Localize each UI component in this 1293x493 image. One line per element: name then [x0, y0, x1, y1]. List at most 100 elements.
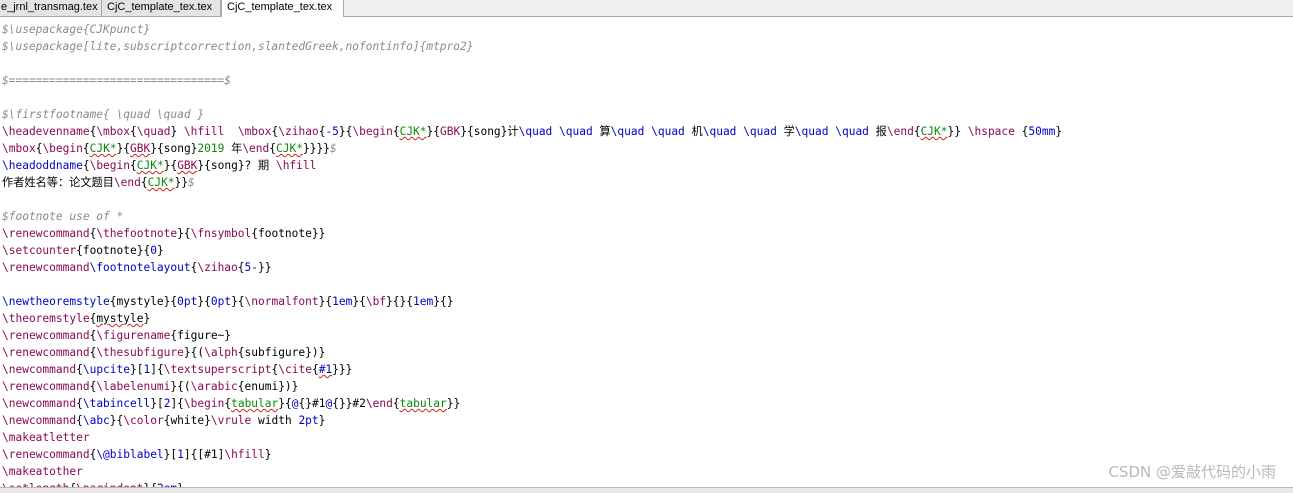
code-token: 5-: [244, 261, 259, 274]
code-token: }{: [338, 125, 353, 138]
code-line: \newtheoremstyle{mystyle}{0pt}{0pt}{\nor…: [2, 293, 453, 310]
code-token: \hfill: [224, 448, 265, 461]
code-token: }: [264, 448, 272, 461]
code-token: {}}: [332, 397, 353, 410]
code-token: \quad: [794, 125, 829, 138]
code-token: }{}{: [386, 295, 413, 308]
code-token: \begin: [352, 125, 393, 138]
code-token: {: [130, 159, 137, 172]
code-token: }{(: [170, 380, 191, 393]
code-token: {: [140, 176, 148, 189]
code-token: \theoremstyle: [2, 312, 90, 325]
code-token: {: [1014, 125, 1029, 138]
watermark: CSDN @爱敲代码的小雨: [1108, 463, 1276, 481]
code-token: }{: [177, 227, 191, 240]
code-line: $\usepackage[lite,subscriptcorrection,sl…: [2, 38, 473, 55]
code-token: \renewcommand: [2, 448, 90, 461]
code-token: {footnote}{: [76, 244, 151, 257]
code-token: \makeatletter: [2, 431, 90, 444]
code-line: \renewcommand{\@biblabel}[1]{[#1]\hfill}: [2, 446, 272, 463]
code-token: \alph: [204, 346, 238, 359]
code-token: \quad: [559, 125, 593, 138]
code-token: {subfigure})}: [237, 346, 326, 359]
code-token: \color: [123, 414, 164, 427]
code-token: }{: [318, 295, 333, 308]
code-token: 算: [592, 125, 611, 138]
code-token: 2019: [197, 142, 225, 155]
code-token: \newcommand: [2, 363, 77, 376]
code-token: }{song}: [150, 142, 198, 155]
code-line: \theoremstyle{mystyle}: [2, 310, 150, 327]
code-token: }{: [352, 295, 366, 308]
code-token: \abc: [82, 414, 110, 427]
code-token: }{: [116, 142, 131, 155]
code-token: }[: [130, 363, 144, 376]
code-token: \hfill: [275, 159, 317, 172]
code-token: \vrule: [210, 414, 252, 427]
code-token: \headoddname: [2, 159, 83, 172]
code-token: {: [76, 397, 83, 410]
code-token: }: [143, 312, 151, 325]
code-token: 作者姓名等：论文题目: [2, 176, 114, 189]
tab-bar: e_jrnl_transmag.tex CjC_template_tex.tex…: [0, 0, 1293, 17]
code-line: \renewcommand{\thesubfigure}{(\alph{subf…: [2, 344, 325, 361]
code-editor[interactable]: $\usepackage{CJKpunct} $\usepackage[lite,…: [0, 17, 1293, 487]
code-token: }: [318, 414, 326, 427]
code-token: \begin: [183, 397, 225, 410]
code-token: 机: [684, 125, 703, 138]
code-token: \end: [886, 125, 914, 138]
code-token: 1em: [413, 295, 434, 308]
code-token: }}: [947, 125, 968, 138]
code-token: }: [156, 244, 164, 257]
code-token: tabular: [399, 397, 447, 410]
code-token: $: [329, 142, 337, 155]
code-token: song: [473, 125, 501, 138]
code-token: {: [82, 159, 90, 172]
code-token: 0pt: [210, 295, 232, 308]
code-token: CJK*: [136, 159, 164, 172]
code-token: \mbox: [237, 125, 272, 138]
code-token: \renewcommand: [2, 346, 90, 359]
code-token: }计: [500, 125, 519, 138]
tab-cjc-template-1[interactable]: CjC_template_tex.tex: [102, 0, 221, 16]
code-line: \newcommand{\tabincell}[2]{\begin{tabula…: [2, 395, 460, 412]
code-token: \@biblabel: [96, 448, 164, 461]
code-token: \quad: [651, 125, 685, 138]
code-token: GBK: [130, 142, 151, 155]
code-token: \end: [365, 397, 393, 410]
code-token: {: [311, 363, 319, 376]
code-token: \renewcommand: [2, 227, 90, 240]
code-token: }{}: [433, 295, 454, 308]
code-token: \newcommand: [2, 397, 77, 410]
code-token: 1: [177, 448, 184, 461]
code-line: \makeatother: [2, 463, 83, 480]
code-line: \setcounter{footnote}{0}: [2, 242, 164, 259]
code-token: \quad: [835, 125, 869, 138]
code-token: \quad: [518, 125, 553, 138]
code-token: \end: [113, 176, 141, 189]
code-token: {: [130, 125, 137, 138]
code-line: \mbox{\begin{CJK*}{GBK}{song}2019 年\end{…: [2, 140, 337, 157]
tab-e-jrnl-transmag[interactable]: e_jrnl_transmag.tex: [0, 0, 102, 16]
tab-cjc-template-active[interactable]: CjC_template_tex.tex: [221, 0, 344, 17]
code-token: }{: [426, 125, 441, 138]
code-token: \cite: [278, 363, 312, 376]
code-token: \fnsymbol: [190, 227, 252, 240]
code-token: {: [913, 125, 921, 138]
code-token: \bf: [365, 295, 387, 308]
code-line: \setlength{\parindent}{2em}: [2, 480, 184, 487]
code-line: \newcommand{\abc}{\color{white}\vrule wi…: [2, 412, 325, 429]
horizontal-scrollbar[interactable]: [0, 487, 1293, 493]
code-token: 报: [868, 125, 887, 138]
code-token: \renewcommand: [2, 261, 90, 274]
code-token: {white}: [163, 414, 211, 427]
code-token: ]{[#1]: [183, 448, 225, 461]
code-token: \quad: [136, 125, 171, 138]
code-token: 50mm: [1028, 125, 1056, 138]
code-token: }}: [446, 397, 461, 410]
code-token: \renewcommand: [2, 329, 90, 342]
code-token: }: [170, 125, 184, 138]
code-line: $footnote use of *: [2, 208, 123, 225]
code-token: \normalfont: [244, 295, 319, 308]
